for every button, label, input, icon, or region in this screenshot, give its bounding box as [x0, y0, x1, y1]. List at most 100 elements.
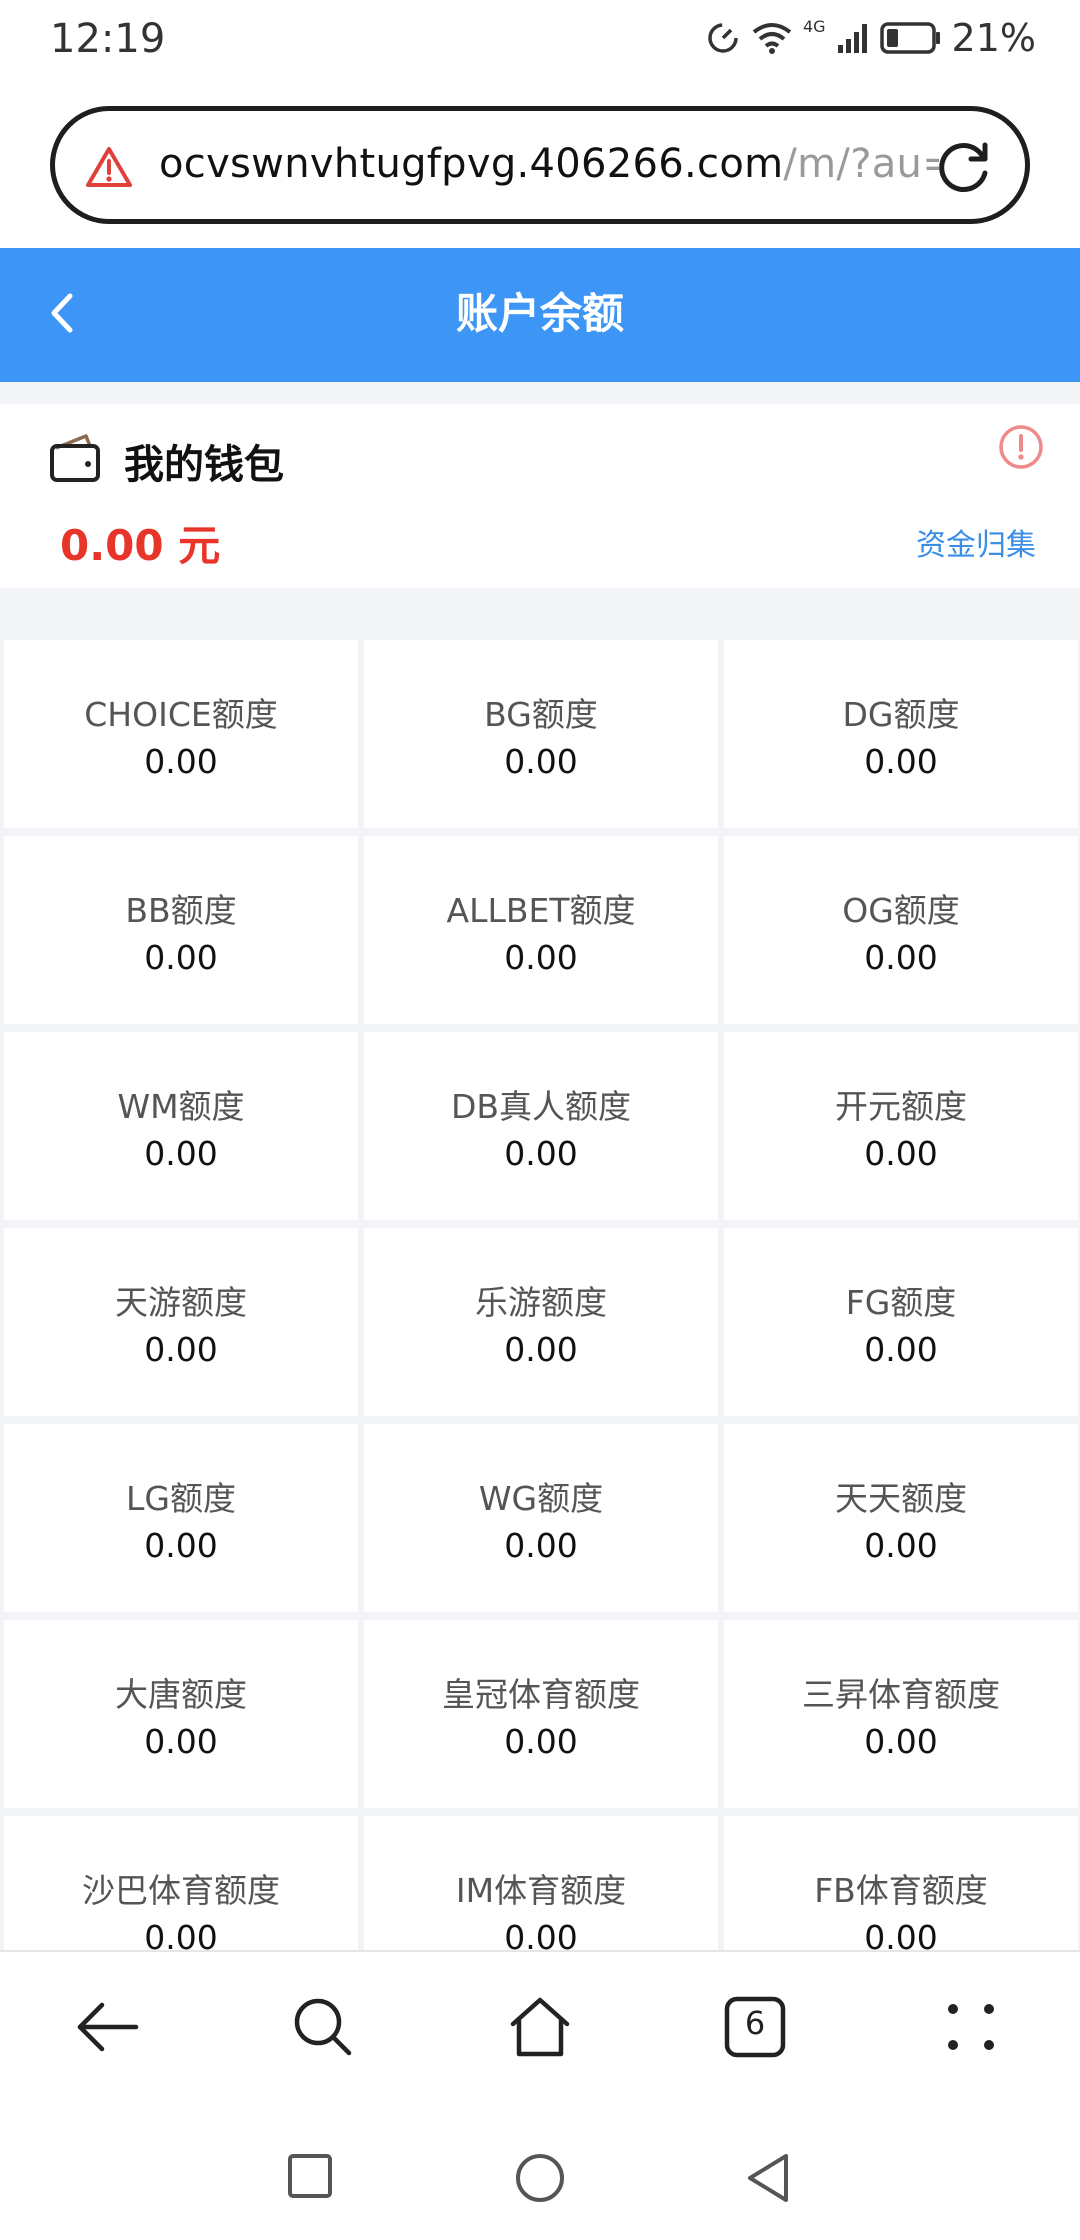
platform-balance-cell[interactable]: IM体育额度 0.00 — [364, 1816, 718, 1950]
wallet-icon — [50, 434, 100, 482]
reload-icon[interactable] — [933, 135, 995, 197]
platform-balance-value: 0.00 — [504, 742, 578, 781]
data-saver-icon — [708, 23, 738, 53]
status-bar: 12:19 4G 21% — [0, 0, 1080, 86]
platform-label: IM体育额度 — [455, 1871, 627, 1910]
home-icon — [510, 1997, 570, 2057]
platform-balance-value: 0.00 — [864, 1722, 938, 1761]
platform-balance-value: 0.00 — [864, 938, 938, 977]
platform-balance-cell[interactable]: FG额度 0.00 — [724, 1228, 1078, 1416]
url-domain: ocvswnvhtugfpvg.406266.com — [159, 141, 784, 187]
platform-balance-cell[interactable]: CHOICE额度 0.00 — [4, 640, 358, 828]
platform-balance-cell[interactable]: FB体育额度 0.00 — [724, 1816, 1078, 1950]
screen: 12:19 4G 21% ocvswnvhtugfpvg.406266.com/… — [0, 0, 1080, 2240]
platform-balance-value: 0.00 — [864, 1526, 938, 1565]
platform-balance-value: 0.00 — [864, 1330, 938, 1369]
platform-balance-cell[interactable]: 三昇体育额度 0.00 — [724, 1620, 1078, 1808]
battery-icon — [879, 22, 940, 54]
network-type: 4G — [802, 16, 826, 36]
platform-balance-cell[interactable]: DG额度 0.00 — [724, 640, 1078, 828]
platform-label: 大唐额度 — [115, 1675, 247, 1714]
page-header: 账户余额 — [0, 248, 1080, 382]
platform-balance-cell[interactable]: ALLBET额度 0.00 — [364, 836, 718, 1024]
platform-label: BB额度 — [125, 891, 237, 930]
signal-icon — [837, 24, 867, 53]
platform-balance-cell[interactable]: 大唐额度 0.00 — [4, 1620, 358, 1808]
platform-balance-cell[interactable]: LG额度 0.00 — [4, 1424, 358, 1612]
recents-square-icon[interactable] — [286, 2152, 334, 2200]
platform-label: 天游额度 — [115, 1283, 247, 1322]
wallet-balance: 0.00 元 — [60, 521, 221, 570]
wifi-icon — [752, 23, 792, 54]
platform-balance-value: 0.00 — [144, 1722, 218, 1761]
browser-bottom-bar: 6 — [0, 1950, 1080, 2100]
platform-balance-cell[interactable]: OG额度 0.00 — [724, 836, 1078, 1024]
platform-label: 天天额度 — [835, 1479, 967, 1518]
platform-balance-cell[interactable]: 开元额度 0.00 — [724, 1032, 1078, 1220]
fund-collect-button[interactable]: 资金归集 — [916, 520, 1036, 564]
platform-balance-value: 0.00 — [864, 1134, 938, 1173]
platform-balance-value: 0.00 — [144, 938, 218, 977]
platform-balance-grid: CHOICE额度 0.00 BG额度 0.00 DG额度 0.00 BB额度 0.00 ALLB… — [0, 640, 1080, 1950]
platform-balance-value: 0.00 — [144, 1918, 218, 1950]
platform-balance-value: 0.00 — [144, 1134, 218, 1173]
platform-label: 沙巴体育额度 — [82, 1871, 280, 1910]
info-icon[interactable] — [996, 422, 1046, 472]
platform-balance-value: 0.00 — [864, 1918, 938, 1950]
platform-balance-cell[interactable]: 天天额度 0.00 — [724, 1424, 1078, 1612]
platform-label: FB体育额度 — [814, 1871, 988, 1910]
warning-icon[interactable] — [85, 145, 133, 189]
menu-button[interactable] — [936, 1992, 1006, 2062]
platform-balance-value: 0.00 — [504, 1526, 578, 1565]
platform-balance-cell[interactable]: 乐游额度 0.00 — [364, 1228, 718, 1416]
platform-balance-value: 0.00 — [504, 1918, 578, 1950]
home-button[interactable] — [505, 1992, 575, 2062]
platform-balance-value: 0.00 — [144, 1330, 218, 1369]
platform-label: CHOICE额度 — [84, 695, 278, 734]
platform-balance-value: 0.00 — [504, 938, 578, 977]
platform-balance-value: 0.00 — [144, 742, 218, 781]
system-navigation-bar — [0, 2100, 1080, 2240]
platform-label: DG额度 — [842, 695, 960, 734]
platform-label: WG额度 — [478, 1479, 604, 1518]
platform-balance-cell[interactable]: 皇冠体育额度 0.00 — [364, 1620, 718, 1808]
tab-count: 6 — [744, 2004, 766, 2042]
platform-balance-cell[interactable]: DB真人额度 0.00 — [364, 1032, 718, 1220]
wallet-title: 我的钱包 — [124, 442, 284, 488]
url-path: /m/?au=5 — [783, 141, 939, 187]
platform-label: 皇冠体育额度 — [442, 1675, 640, 1714]
platform-label: 乐游额度 — [475, 1283, 607, 1322]
platform-balance-cell[interactable]: 天游额度 0.00 — [4, 1228, 358, 1416]
status-icons: 4G 21% — [705, 16, 1036, 60]
platform-label: WM额度 — [117, 1087, 245, 1126]
platform-label: OG额度 — [842, 891, 960, 930]
platform-label: DB真人额度 — [450, 1087, 632, 1126]
platform-label: 开元额度 — [835, 1087, 967, 1126]
page-title: 账户余额 — [455, 289, 624, 338]
platform-balance-value: 0.00 — [504, 1330, 578, 1369]
back-button[interactable] — [72, 1992, 142, 2062]
search-button[interactable] — [288, 1992, 358, 2062]
search-icon — [294, 1998, 352, 2056]
back-triangle-icon[interactable] — [744, 2152, 792, 2204]
platform-balance-value: 0.00 — [144, 1526, 218, 1565]
platform-balance-cell[interactable]: 沙巴体育额度 0.00 — [4, 1816, 358, 1950]
url-text[interactable]: ocvswnvhtugfpvg.406266.com/m/?au=5 — [159, 141, 939, 187]
platform-label: LG额度 — [126, 1479, 236, 1518]
browser-toolbar: ocvswnvhtugfpvg.406266.com/m/?au=5 — [0, 86, 1080, 248]
home-circle-icon[interactable] — [514, 2152, 566, 2204]
platform-balance-cell[interactable]: WG额度 0.00 — [364, 1424, 718, 1612]
tabs-button[interactable]: 6 — [720, 1992, 790, 2062]
platform-balance-cell[interactable]: BG额度 0.00 — [364, 640, 718, 828]
platform-label: BG额度 — [484, 695, 598, 734]
address-bar[interactable]: ocvswnvhtugfpvg.406266.com/m/?au=5 — [50, 106, 1030, 224]
platform-balance-cell[interactable]: WM额度 0.00 — [4, 1032, 358, 1220]
platform-balance-value: 0.00 — [504, 1722, 578, 1761]
menu-dots-icon — [948, 2004, 994, 2050]
platform-label: FG额度 — [845, 1283, 957, 1322]
battery-level: 21% — [951, 16, 1036, 60]
platform-label: 三昇体育额度 — [802, 1675, 1000, 1714]
platform-balance-cell[interactable]: BB额度 0.00 — [4, 836, 358, 1024]
wallet-card: 我的钱包 0.00 元 资金归集 — [0, 404, 1080, 588]
platform-label: ALLBET额度 — [446, 891, 636, 930]
